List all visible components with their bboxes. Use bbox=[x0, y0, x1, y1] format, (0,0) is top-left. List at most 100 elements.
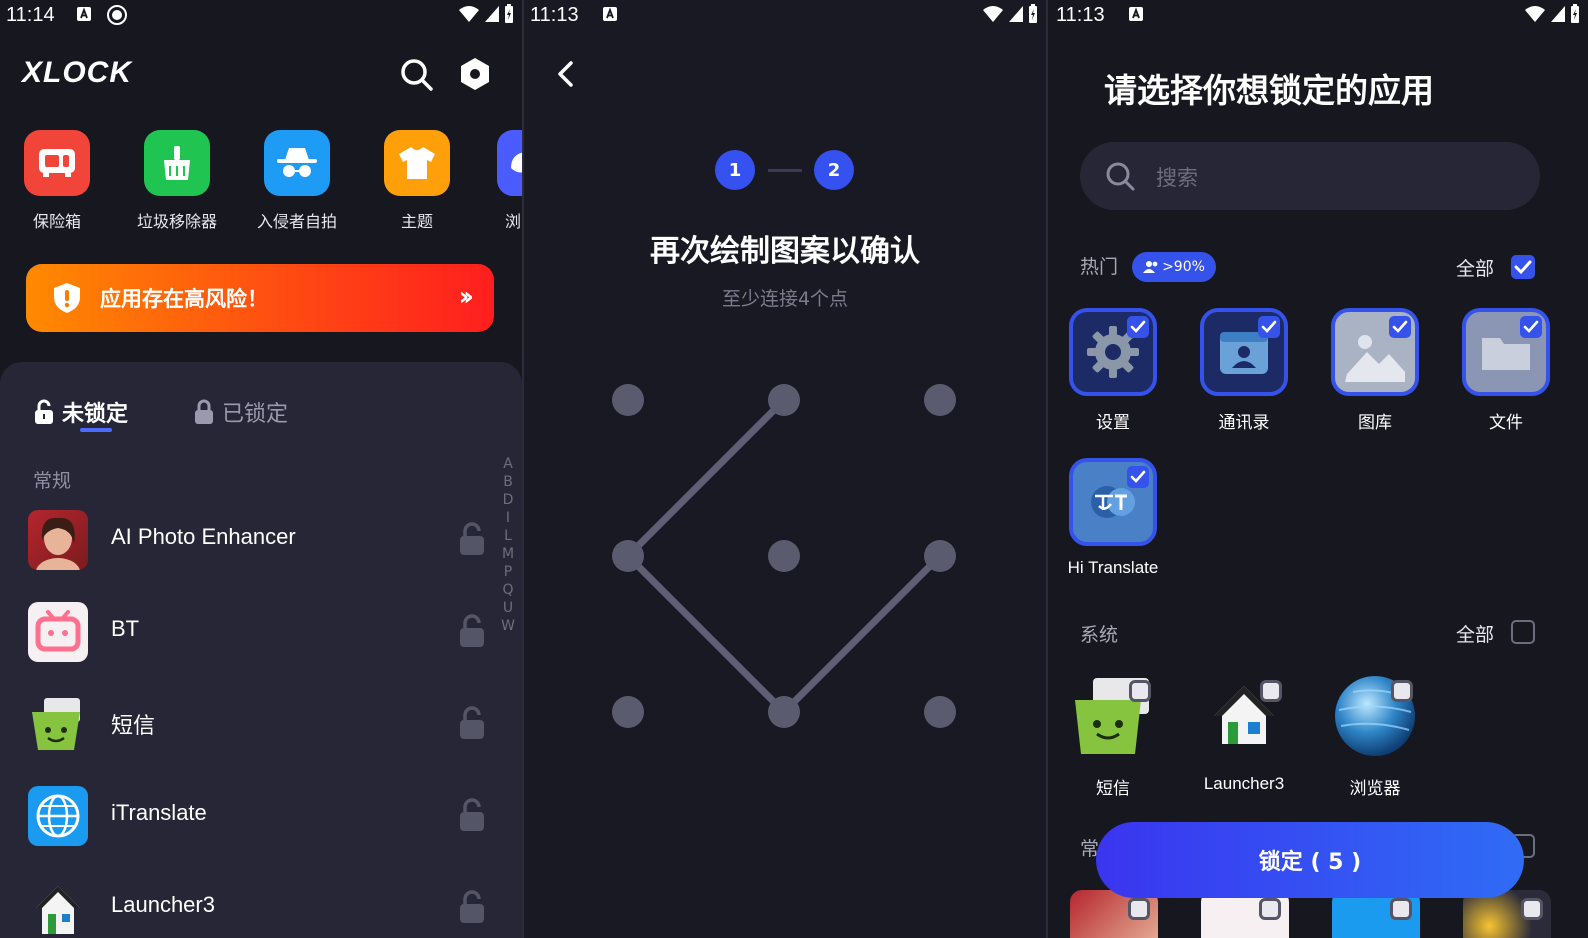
record-icon bbox=[107, 5, 127, 25]
status-right-icons bbox=[1524, 4, 1580, 24]
app-tile-hi-translate[interactable]: Hi Translate bbox=[1063, 458, 1163, 578]
home-panel: 11:14 XLOCK 保险箱 垃圾移除器 入侵者自拍 主题 浏 应用存在高风险… bbox=[0, 0, 522, 938]
app-name: Launcher3 bbox=[1203, 774, 1285, 793]
tab-indicator bbox=[80, 428, 112, 432]
app-checkbox[interactable] bbox=[1259, 898, 1281, 920]
tool-intruder-selfie[interactable]: 入侵者自拍 bbox=[257, 130, 337, 232]
list-item[interactable]: AI Photo Enhancer bbox=[0, 502, 522, 582]
tool-label: 浏 bbox=[505, 212, 522, 231]
unlock-icon[interactable] bbox=[458, 798, 486, 832]
globe-icon bbox=[28, 786, 88, 846]
app-checkbox[interactable] bbox=[1258, 316, 1280, 338]
lock-button[interactable]: 锁定 ( 5 ) bbox=[1096, 822, 1524, 898]
app-name: 图库 bbox=[1358, 413, 1392, 432]
unlock-icon[interactable] bbox=[458, 890, 486, 924]
app-checkbox[interactable] bbox=[1521, 898, 1543, 920]
select-all-label: 全部 bbox=[1456, 258, 1495, 280]
tab-unlocked[interactable]: 未锁定 bbox=[34, 396, 128, 428]
risk-banner[interactable]: 应用存在高风险！ ›› bbox=[26, 264, 494, 332]
wifi-icon bbox=[459, 6, 479, 22]
notification-a-icon bbox=[77, 7, 91, 21]
bt-tv-icon bbox=[28, 602, 88, 662]
app-name: AI Photo Enhancer bbox=[111, 524, 296, 549]
status-right-icons bbox=[458, 4, 514, 24]
settings-icon[interactable] bbox=[457, 56, 493, 92]
search-icon[interactable] bbox=[398, 56, 434, 92]
select-all-hot-checkbox[interactable] bbox=[1511, 255, 1535, 279]
search-field[interactable]: 搜索 bbox=[1080, 142, 1540, 210]
portrait-icon bbox=[28, 510, 88, 570]
sms-icon bbox=[1069, 672, 1157, 760]
app-checkbox[interactable] bbox=[1127, 316, 1149, 338]
app-tile-contacts[interactable]: 通讯录 bbox=[1194, 308, 1294, 433]
tool-junk-remover[interactable]: 垃圾移除器 bbox=[137, 130, 217, 232]
app-name: Launcher3 bbox=[111, 892, 215, 917]
select-all-system-checkbox[interactable] bbox=[1511, 620, 1535, 644]
section-title-system: 系统 bbox=[1080, 624, 1119, 646]
section-title: 常规 bbox=[33, 470, 72, 492]
app-checkbox[interactable] bbox=[1127, 466, 1149, 488]
unlock-icon[interactable] bbox=[458, 614, 486, 648]
list-item[interactable]: 短信 bbox=[0, 686, 522, 766]
list-item[interactable]: iTranslate bbox=[0, 778, 522, 858]
lock-icon bbox=[195, 399, 213, 424]
popularity-badge: >90% bbox=[1132, 252, 1216, 282]
signal-icon bbox=[1551, 6, 1565, 22]
section-title-hot: 热门 bbox=[1080, 256, 1119, 278]
app-checkbox[interactable] bbox=[1129, 680, 1151, 702]
unlock-icon[interactable] bbox=[458, 706, 486, 740]
search-placeholder: 搜索 bbox=[1156, 166, 1198, 190]
tool-label: 垃圾移除器 bbox=[137, 212, 218, 231]
tab-locked[interactable]: 已锁定 bbox=[194, 396, 288, 428]
select-all-label: 全部 bbox=[1456, 624, 1495, 646]
app-tile-launcher3[interactable]: Launcher3 bbox=[1184, 672, 1304, 794]
tool-safe[interactable]: 保险箱 bbox=[17, 130, 97, 232]
folder-icon bbox=[1462, 308, 1550, 396]
index-letter[interactable]: B bbox=[503, 474, 513, 490]
app-checkbox[interactable] bbox=[1260, 680, 1282, 702]
safe-icon bbox=[24, 130, 90, 196]
page-title: 请选择你想锁定的应用 bbox=[1104, 71, 1434, 110]
tool-theme[interactable]: 主题 bbox=[377, 130, 457, 232]
checkmark-icon bbox=[1514, 260, 1532, 275]
app-tile-sms[interactable]: 短信 bbox=[1053, 672, 1173, 799]
app-checkbox[interactable] bbox=[1391, 680, 1413, 702]
app-checkbox[interactable] bbox=[1128, 898, 1150, 920]
wifi-icon bbox=[1525, 6, 1545, 22]
list-item[interactable]: Launcher3 bbox=[0, 870, 522, 938]
unlock-icon[interactable] bbox=[458, 522, 486, 556]
notification-a-icon bbox=[1129, 7, 1143, 21]
browser-icon bbox=[497, 130, 522, 196]
tool-browser[interactable]: 浏 bbox=[497, 130, 522, 232]
users-icon bbox=[1143, 261, 1158, 273]
app-name: BT bbox=[111, 616, 140, 641]
index-letter[interactable]: A bbox=[503, 456, 513, 472]
search-icon bbox=[1106, 162, 1135, 191]
app-logo: XLOCK bbox=[22, 56, 132, 89]
app-checkbox[interactable] bbox=[1389, 316, 1411, 338]
status-bar: 11:13 bbox=[1048, 0, 1588, 30]
app-name: 文件 bbox=[1489, 413, 1523, 432]
pattern-confirm-panel: 11:13 1 2 再次绘制图案以确认 至少连接4个点 bbox=[524, 0, 1046, 938]
pattern-dot bbox=[612, 696, 644, 728]
tool-label: 保险箱 bbox=[32, 212, 81, 231]
tab-label: 未锁定 bbox=[62, 402, 129, 427]
app-tile-settings[interactable]: 设置 bbox=[1063, 308, 1163, 433]
app-checkbox[interactable] bbox=[1390, 898, 1412, 920]
app-tile-browser[interactable]: 浏览器 bbox=[1315, 672, 1435, 799]
status-time: 11:13 bbox=[1056, 4, 1105, 26]
pattern-dot bbox=[768, 384, 800, 416]
risk-text: 应用存在高风险！ bbox=[100, 287, 268, 311]
list-item[interactable]: BT bbox=[0, 594, 522, 674]
house-icon bbox=[28, 878, 88, 938]
broom-icon bbox=[144, 130, 210, 196]
shirt-icon bbox=[384, 130, 450, 196]
battery-icon bbox=[505, 4, 513, 23]
pattern-dot bbox=[612, 384, 644, 416]
app-tile-files[interactable]: 文件 bbox=[1456, 308, 1556, 433]
planet-icon bbox=[1331, 672, 1419, 760]
app-tile-gallery[interactable]: 图库 bbox=[1325, 308, 1425, 433]
app-name: 通讯录 bbox=[1218, 413, 1270, 432]
pattern-grid[interactable] bbox=[524, 0, 1046, 938]
app-checkbox[interactable] bbox=[1520, 316, 1542, 338]
